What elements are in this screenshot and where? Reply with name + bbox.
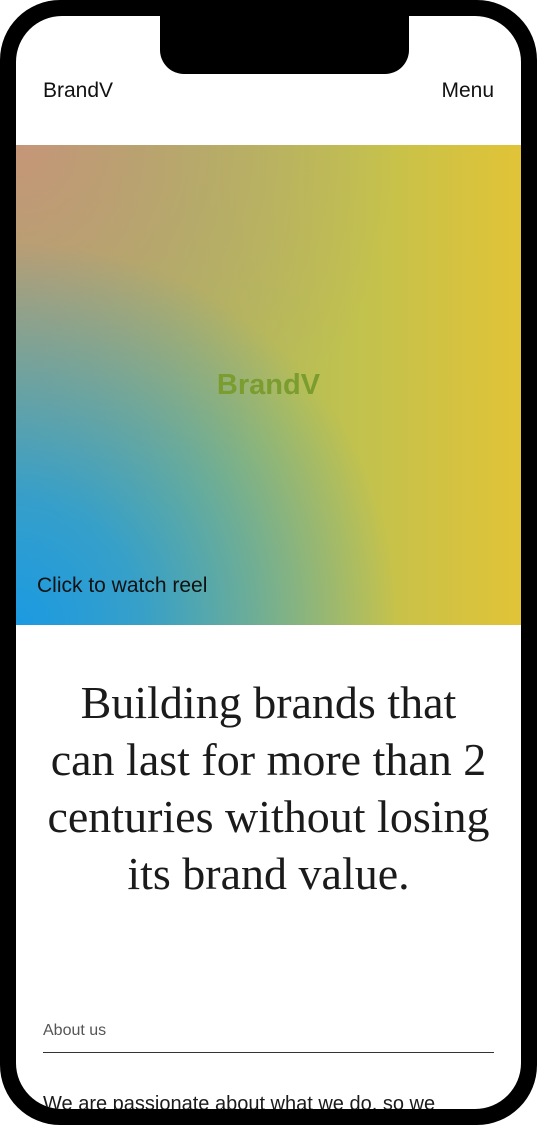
hero-reel[interactable]: BrandV Click to watch reel: [16, 145, 521, 625]
notch: [160, 16, 409, 74]
about-us-text: We are passionate about what we do, so w…: [43, 1093, 436, 1109]
phone-frame: BrandV Menu BrandV Click to watch reel B…: [0, 0, 537, 1125]
divider: [43, 1052, 494, 1053]
menu-button[interactable]: Menu: [441, 79, 494, 103]
about-us-label: About us: [43, 1022, 107, 1039]
hero-brand-text: BrandV: [216, 369, 321, 401]
logo[interactable]: BrandV: [43, 79, 113, 103]
header: BrandV Menu: [43, 76, 494, 106]
screen: BrandV Menu BrandV Click to watch reel B…: [16, 16, 521, 1109]
watch-reel-link[interactable]: Click to watch reel: [37, 574, 207, 598]
page-headline: Building brands that can last for more t…: [47, 677, 490, 899]
